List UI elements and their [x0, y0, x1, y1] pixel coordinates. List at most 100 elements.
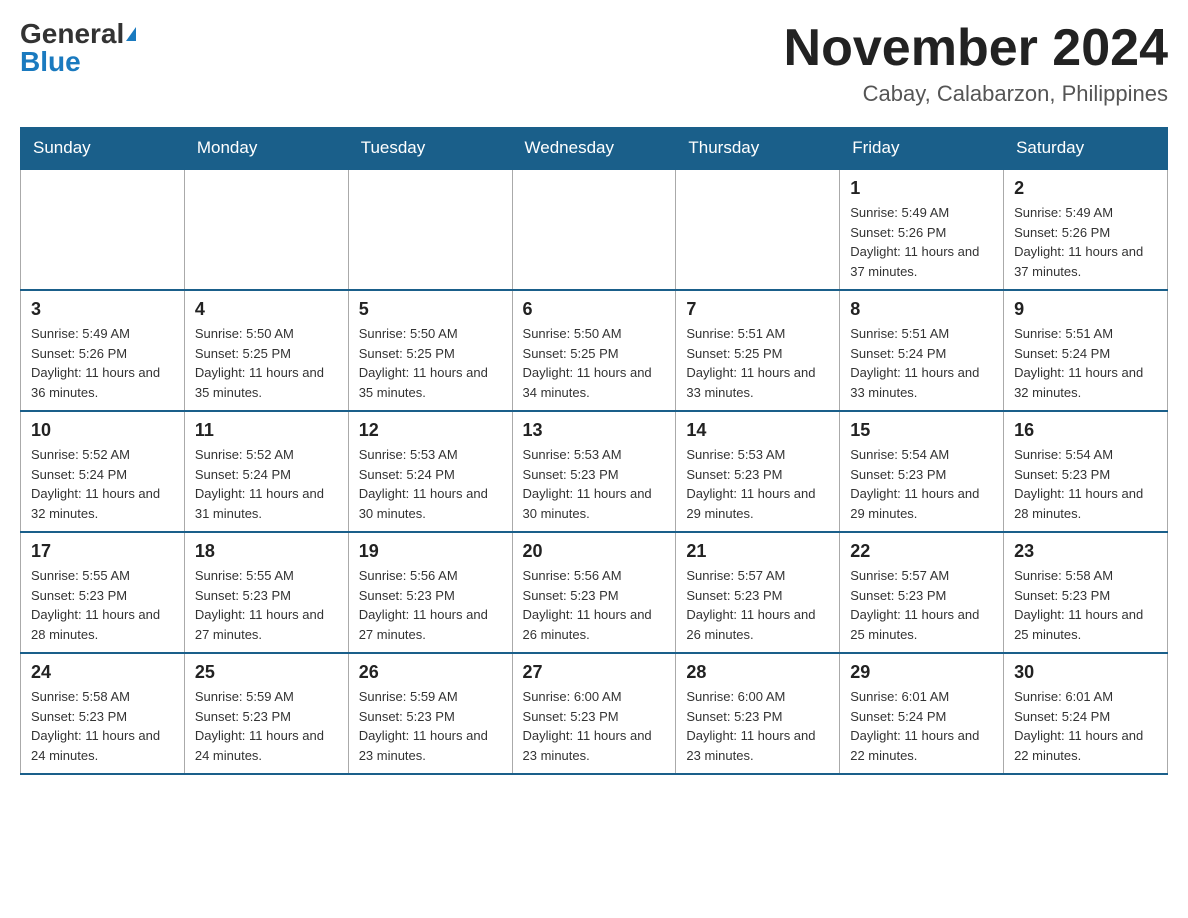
day-number: 30	[1014, 662, 1157, 683]
calendar-cell: 27Sunrise: 6:00 AMSunset: 5:23 PMDayligh…	[512, 653, 676, 774]
day-info: Sunrise: 5:53 AMSunset: 5:23 PMDaylight:…	[523, 445, 666, 523]
day-number: 8	[850, 299, 993, 320]
day-number: 12	[359, 420, 502, 441]
day-number: 14	[686, 420, 829, 441]
calendar-cell: 3Sunrise: 5:49 AMSunset: 5:26 PMDaylight…	[21, 290, 185, 411]
day-info: Sunrise: 5:49 AMSunset: 5:26 PMDaylight:…	[850, 203, 993, 281]
day-number: 13	[523, 420, 666, 441]
calendar-cell	[512, 169, 676, 290]
day-header-wednesday: Wednesday	[512, 128, 676, 170]
calendar-cell: 1 Sunrise: 5:49 AMSunset: 5:26 PMDaylight…	[840, 169, 1004, 290]
day-info: Sunrise: 5:55 AMSunset: 5:23 PMDaylight:…	[195, 566, 338, 644]
day-info: Sunrise: 5:50 AMSunset: 5:25 PMDaylight:…	[359, 324, 502, 402]
day-info: Sunrise: 6:01 AMSunset: 5:24 PMDaylight:…	[850, 687, 993, 765]
day-number: 11	[195, 420, 338, 441]
calendar-cell: 4 Sunrise: 5:50 AMSunset: 5:25 PMDaylight…	[184, 290, 348, 411]
day-number: 15	[850, 420, 993, 441]
calendar-cell: 17Sunrise: 5:55 AMSunset: 5:23 PMDayligh…	[21, 532, 185, 653]
calendar-cell: 7 Sunrise: 5:51 AMSunset: 5:25 PMDaylight…	[676, 290, 840, 411]
day-info: Sunrise: 5:53 AMSunset: 5:23 PMDaylight:…	[686, 445, 829, 523]
day-info: Sunrise: 5:56 AMSunset: 5:23 PMDaylight:…	[523, 566, 666, 644]
calendar-cell: 12 Sunrise: 5:53 AMSunset: 5:24 PMDayligh…	[348, 411, 512, 532]
calendar-cell: 30Sunrise: 6:01 AMSunset: 5:24 PMDayligh…	[1004, 653, 1168, 774]
day-info: Sunrise: 5:59 AMSunset: 5:23 PMDaylight:…	[359, 687, 502, 765]
week-row-1: 1 Sunrise: 5:49 AMSunset: 5:26 PMDaylight…	[21, 169, 1168, 290]
day-info: Sunrise: 5:58 AMSunset: 5:23 PMDaylight:…	[1014, 566, 1157, 644]
page-header: General Blue November 2024 Cabay, Calaba…	[20, 20, 1168, 107]
calendar-header-row: SundayMondayTuesdayWednesdayThursdayFrid…	[21, 128, 1168, 170]
calendar-cell: 25Sunrise: 5:59 AMSunset: 5:23 PMDayligh…	[184, 653, 348, 774]
day-info: Sunrise: 5:51 AMSunset: 5:25 PMDaylight:…	[686, 324, 829, 402]
calendar-cell: 8 Sunrise: 5:51 AMSunset: 5:24 PMDaylight…	[840, 290, 1004, 411]
calendar-cell: 2 Sunrise: 5:49 AMSunset: 5:26 PMDaylight…	[1004, 169, 1168, 290]
day-number: 25	[195, 662, 338, 683]
calendar-cell: 14 Sunrise: 5:53 AMSunset: 5:23 PMDayligh…	[676, 411, 840, 532]
day-info: Sunrise: 5:49 AMSunset: 5:26 PMDaylight:…	[1014, 203, 1157, 281]
day-number: 5	[359, 299, 502, 320]
week-row-3: 10 Sunrise: 5:52 AMSunset: 5:24 PMDayligh…	[21, 411, 1168, 532]
day-header-monday: Monday	[184, 128, 348, 170]
calendar-cell: 24 Sunrise: 5:58 AMSunset: 5:23 PMDayligh…	[21, 653, 185, 774]
day-number: 4	[195, 299, 338, 320]
day-info: Sunrise: 5:55 AMSunset: 5:23 PMDaylight:…	[31, 566, 174, 644]
day-number: 16	[1014, 420, 1157, 441]
week-row-5: 24 Sunrise: 5:58 AMSunset: 5:23 PMDayligh…	[21, 653, 1168, 774]
day-header-sunday: Sunday	[21, 128, 185, 170]
calendar-cell: 10Sunrise: 5:52 AMSunset: 5:24 PMDayligh…	[21, 411, 185, 532]
day-info: Sunrise: 5:57 AMSunset: 5:23 PMDaylight:…	[686, 566, 829, 644]
calendar-cell	[348, 169, 512, 290]
calendar-cell: 6Sunrise: 5:50 AMSunset: 5:25 PMDaylight…	[512, 290, 676, 411]
day-header-thursday: Thursday	[676, 128, 840, 170]
day-header-friday: Friday	[840, 128, 1004, 170]
day-number: 24	[31, 662, 174, 683]
logo-triangle-icon	[126, 27, 136, 41]
calendar-subtitle: Cabay, Calabarzon, Philippines	[784, 81, 1168, 107]
calendar-cell: 20 Sunrise: 5:56 AMSunset: 5:23 PMDayligh…	[512, 532, 676, 653]
day-number: 23	[1014, 541, 1157, 562]
day-info: Sunrise: 5:57 AMSunset: 5:23 PMDaylight:…	[850, 566, 993, 644]
calendar-cell: 5 Sunrise: 5:50 AMSunset: 5:25 PMDaylight…	[348, 290, 512, 411]
day-number: 20	[523, 541, 666, 562]
calendar-cell: 21 Sunrise: 5:57 AMSunset: 5:23 PMDayligh…	[676, 532, 840, 653]
week-row-4: 17Sunrise: 5:55 AMSunset: 5:23 PMDayligh…	[21, 532, 1168, 653]
day-number: 22	[850, 541, 993, 562]
day-number: 2	[1014, 178, 1157, 199]
calendar-cell: 26 Sunrise: 5:59 AMSunset: 5:23 PMDayligh…	[348, 653, 512, 774]
calendar-cell: 23 Sunrise: 5:58 AMSunset: 5:23 PMDayligh…	[1004, 532, 1168, 653]
day-number: 6	[523, 299, 666, 320]
logo: General Blue	[20, 20, 136, 76]
calendar-cell: 13 Sunrise: 5:53 AMSunset: 5:23 PMDayligh…	[512, 411, 676, 532]
day-info: Sunrise: 5:56 AMSunset: 5:23 PMDaylight:…	[359, 566, 502, 644]
day-info: Sunrise: 5:58 AMSunset: 5:23 PMDaylight:…	[31, 687, 174, 765]
logo-general-text: General	[20, 20, 124, 48]
calendar-cell	[676, 169, 840, 290]
day-info: Sunrise: 5:52 AMSunset: 5:24 PMDaylight:…	[195, 445, 338, 523]
day-info: Sunrise: 5:50 AMSunset: 5:25 PMDaylight:…	[195, 324, 338, 402]
day-number: 27	[523, 662, 666, 683]
calendar-cell: 15 Sunrise: 5:54 AMSunset: 5:23 PMDayligh…	[840, 411, 1004, 532]
day-info: Sunrise: 5:49 AMSunset: 5:26 PMDaylight:…	[31, 324, 174, 402]
calendar-cell: 18 Sunrise: 5:55 AMSunset: 5:23 PMDayligh…	[184, 532, 348, 653]
calendar-cell: 22 Sunrise: 5:57 AMSunset: 5:23 PMDayligh…	[840, 532, 1004, 653]
calendar-table: SundayMondayTuesdayWednesdayThursdayFrid…	[20, 127, 1168, 775]
calendar-title: November 2024	[784, 20, 1168, 77]
day-number: 21	[686, 541, 829, 562]
day-number: 1	[850, 178, 993, 199]
calendar-cell: 19 Sunrise: 5:56 AMSunset: 5:23 PMDayligh…	[348, 532, 512, 653]
calendar-cell: 29Sunrise: 6:01 AMSunset: 5:24 PMDayligh…	[840, 653, 1004, 774]
day-number: 26	[359, 662, 502, 683]
day-info: Sunrise: 5:51 AMSunset: 5:24 PMDaylight:…	[1014, 324, 1157, 402]
title-block: November 2024 Cabay, Calabarzon, Philipp…	[784, 20, 1168, 107]
day-info: Sunrise: 5:54 AMSunset: 5:23 PMDaylight:…	[850, 445, 993, 523]
day-number: 19	[359, 541, 502, 562]
day-number: 9	[1014, 299, 1157, 320]
day-number: 28	[686, 662, 829, 683]
calendar-cell: 9 Sunrise: 5:51 AMSunset: 5:24 PMDaylight…	[1004, 290, 1168, 411]
day-number: 18	[195, 541, 338, 562]
day-info: Sunrise: 5:51 AMSunset: 5:24 PMDaylight:…	[850, 324, 993, 402]
calendar-cell: 16Sunrise: 5:54 AMSunset: 5:23 PMDayligh…	[1004, 411, 1168, 532]
day-number: 10	[31, 420, 174, 441]
week-row-2: 3Sunrise: 5:49 AMSunset: 5:26 PMDaylight…	[21, 290, 1168, 411]
day-number: 7	[686, 299, 829, 320]
day-info: Sunrise: 5:53 AMSunset: 5:24 PMDaylight:…	[359, 445, 502, 523]
